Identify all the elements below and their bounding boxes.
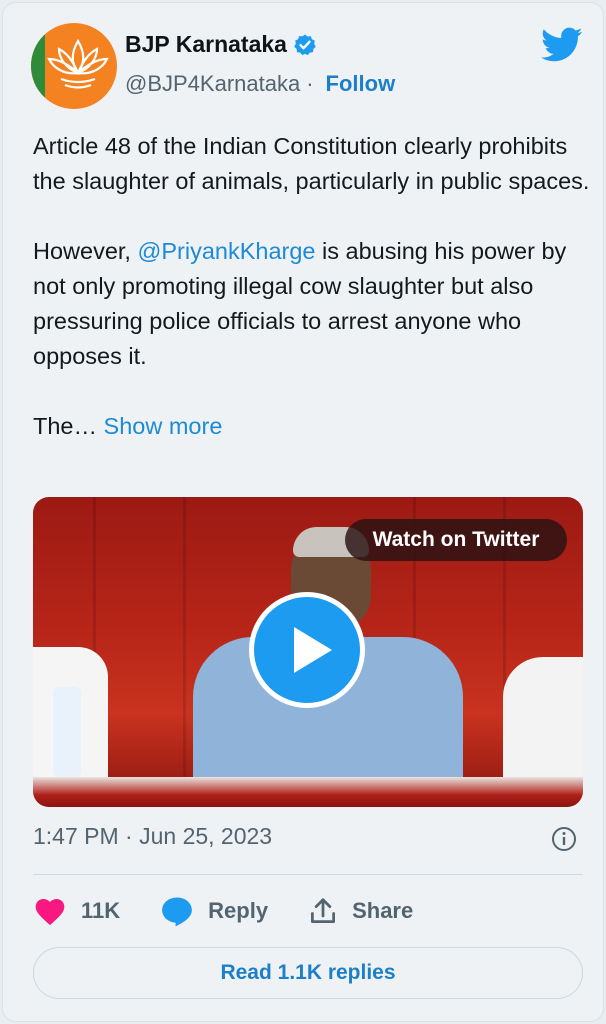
- tweet-paragraph-1: Article 48 of the Indian Constitution cl…: [33, 133, 590, 194]
- follow-button[interactable]: Follow: [326, 71, 396, 97]
- play-icon: [294, 627, 332, 673]
- author-name[interactable]: BJP Karnataka: [125, 31, 287, 58]
- show-more-link[interactable]: Show more: [104, 413, 223, 439]
- author-name-row: BJP Karnataka: [125, 31, 317, 58]
- read-replies-button[interactable]: Read 1.1K replies: [33, 947, 583, 999]
- author-handle[interactable]: @BJP4Karnataka: [125, 71, 300, 97]
- twitter-bird-icon[interactable]: [541, 27, 583, 63]
- table-edge: [33, 777, 583, 807]
- share-upload-icon: [311, 898, 336, 923]
- info-icon[interactable]: [551, 826, 577, 852]
- tweet-actions: 11K Reply Share: [33, 893, 453, 929]
- play-button[interactable]: [249, 592, 365, 708]
- avatar-flag-stripe: [31, 23, 45, 109]
- reply-bubble-icon: [162, 897, 193, 927]
- share-button[interactable]: Share: [308, 896, 413, 926]
- tweet-text: Article 48 of the Indian Constitution cl…: [33, 129, 593, 479]
- watch-on-twitter-button[interactable]: Watch on Twitter: [345, 519, 567, 561]
- tweet-paragraph-2: However, @PriyankKharge is abusing his p…: [33, 234, 593, 374]
- lotus-logo-icon: [47, 38, 109, 89]
- reply-label: Reply: [208, 898, 269, 923]
- author-handle-row: @BJP4Karnataka · Follow: [125, 71, 395, 97]
- video-thumbnail[interactable]: Watch on Twitter: [33, 497, 583, 807]
- tweet-text-segment: However,: [33, 238, 138, 264]
- verified-badge-icon: [294, 34, 316, 55]
- truncated-text: The…: [33, 413, 104, 439]
- share-label: Share: [352, 898, 414, 923]
- avatar[interactable]: [31, 23, 117, 109]
- tweet-paragraph-3: The… Show more: [33, 409, 593, 444]
- reply-button[interactable]: Reply: [160, 895, 268, 927]
- separator: ·: [306, 71, 314, 96]
- heart-icon: [35, 899, 65, 926]
- tweet-timestamp[interactable]: 1:47 PM · Jun 25, 2023: [33, 823, 272, 850]
- like-count: 11K: [81, 898, 121, 923]
- tweet-card: BJP Karnataka @BJP4Karnataka · Follow Ar…: [2, 2, 604, 1022]
- divider: [33, 874, 583, 875]
- mention-link[interactable]: @PriyankKharge: [138, 238, 316, 264]
- water-bottle: [53, 687, 81, 777]
- backdrop-stripe: [183, 497, 186, 807]
- like-button[interactable]: 11K: [33, 896, 120, 926]
